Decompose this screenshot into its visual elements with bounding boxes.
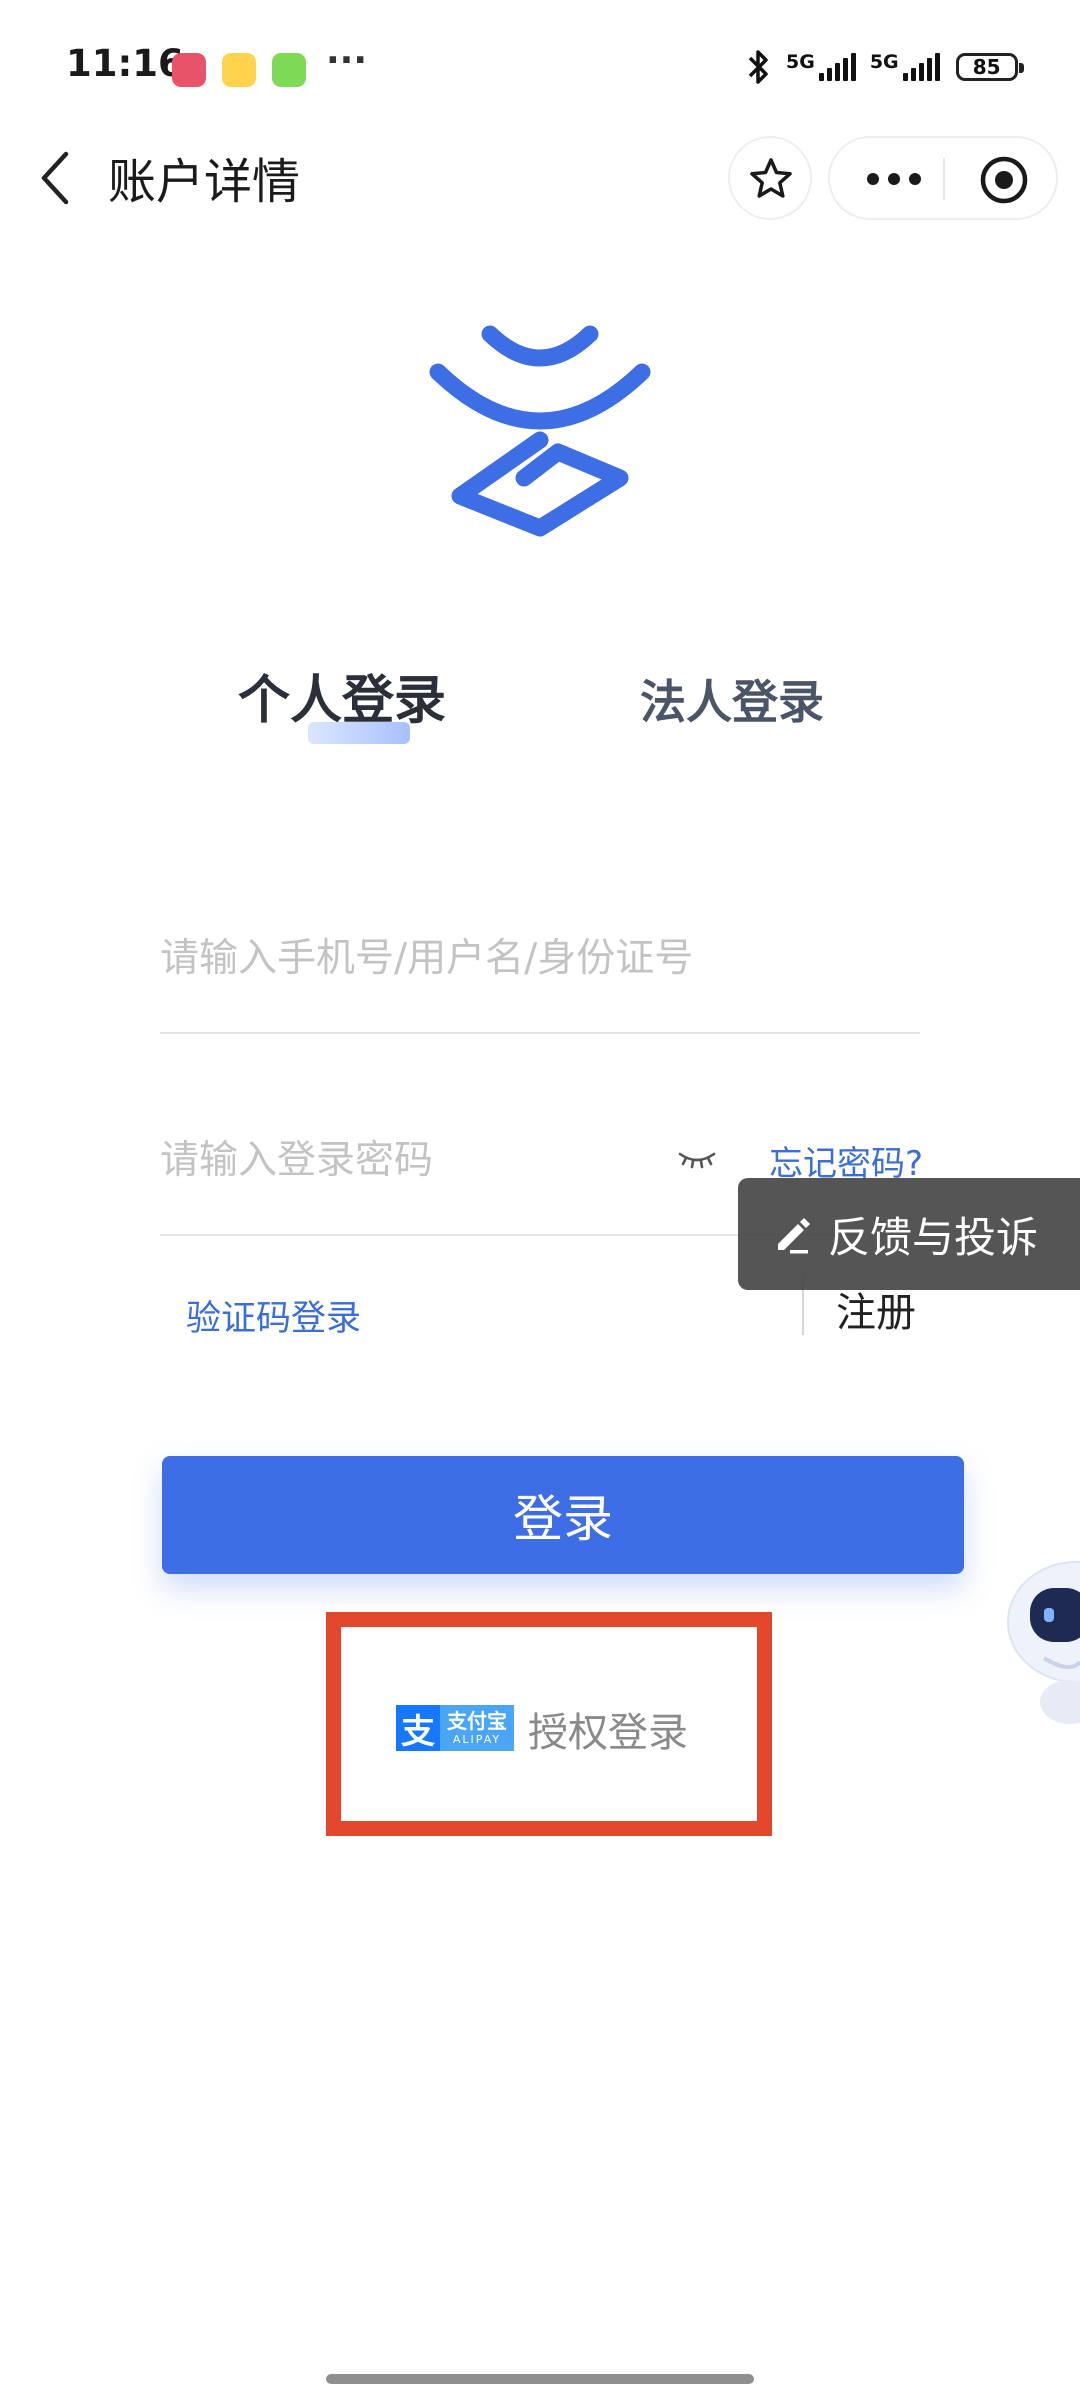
robot-assistant-icon[interactable] [1000,1552,1080,1728]
favorite-button[interactable] [728,136,812,220]
sms-code-login-link[interactable]: 验证码登录 [186,1290,361,1341]
back-arrow-icon[interactable] [36,148,76,208]
login-button[interactable]: 登录 [162,1456,964,1574]
username-underline [160,1032,920,1034]
feedback-label: 反馈与投诉 [828,1212,1039,1262]
active-tab-indicator [308,722,410,744]
network-type-2: 5G [869,51,899,73]
username-input[interactable] [160,928,900,988]
status-more-indicator: ··· [326,40,368,81]
app-icon-flower [222,53,256,87]
alipay-wordmark: 支付宝 ALIPAY [440,1705,514,1751]
status-time: 11:16 [66,42,184,85]
password-input[interactable] [160,1130,640,1190]
capsule-divider [943,158,945,200]
alipay-wordmark-cn: 支付宝 [447,1709,507,1733]
more-dots-icon[interactable] [866,169,922,189]
target-icon[interactable] [978,154,1030,206]
edit-pen-icon [778,1218,810,1254]
alipay-authorize-login-link[interactable]: 授权登录 [528,1700,688,1758]
signal-icon-2: 5G [870,53,940,81]
battery-icon: 85 [955,53,1024,81]
signal-icon: 5G [786,53,856,81]
tab-legal-person-login[interactable]: 法人登录 [640,666,824,732]
app-icon-green-calendar [272,53,306,87]
mini-program-capsule [828,136,1058,220]
alipay-logo[interactable]: 支 支付宝 ALIPAY [396,1705,514,1752]
app-icon-red [172,53,206,87]
network-type-1: 5G [786,51,815,73]
eye-closed-icon[interactable] [676,1146,718,1170]
feedback-complaint-button[interactable]: 反馈与投诉 [738,1178,1080,1290]
status-right-group: 5G 5G 85 [744,48,1024,86]
page-title: 账户详情 [108,154,301,210]
alipay-glyph: 支 [396,1705,440,1752]
home-indicator[interactable] [326,2374,754,2384]
star-icon [750,158,792,198]
brand-logo-icon [429,325,651,537]
bluetooth-icon [748,50,768,84]
alipay-wordmark-en: ALIPAY [452,1733,502,1746]
